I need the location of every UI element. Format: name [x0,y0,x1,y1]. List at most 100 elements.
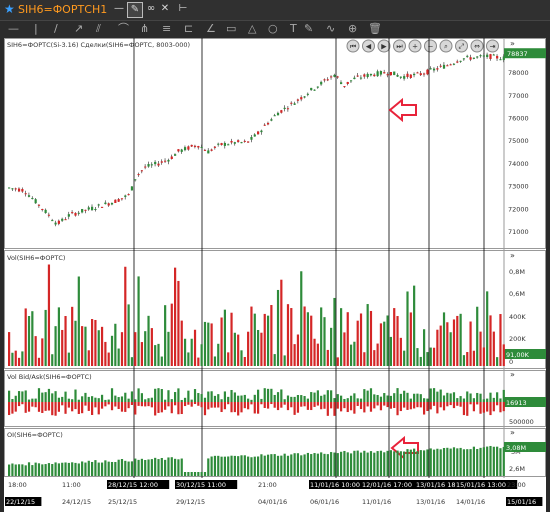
oi-bar [17,464,21,476]
horizontal-line-icon[interactable]: — [8,23,19,35]
curve-icon[interactable]: ∿ [326,23,335,35]
triangle-icon[interactable]: △ [248,23,256,35]
candle-body [459,60,462,62]
bid-bar [419,394,422,402]
price-tick: 72000 [508,205,529,213]
volume-bar [227,352,230,366]
ask-bar [446,402,449,407]
ask-bar [290,402,293,408]
ask-bar [54,402,57,416]
angle-icon[interactable]: ∠ [206,23,216,35]
candle-body [346,81,349,84]
oi-bar [379,450,383,476]
channel-icon[interactable]: ⫽ [96,23,101,35]
target-icon[interactable]: ⊕ [348,23,357,35]
timeframe-label[interactable]: H1 [92,3,107,16]
bid-bar [403,390,406,402]
candle-body [356,75,359,77]
volume-bar [57,307,60,366]
ask-bar [207,402,210,410]
minus-icon[interactable]: — [112,2,126,16]
ask-bar [37,402,41,412]
volume-bar [250,306,253,366]
volume-bar [270,305,273,366]
candle-body [386,74,389,76]
ask-bar [320,402,323,410]
candle-body [44,209,47,214]
volume-bar [499,314,502,366]
text-icon[interactable]: T [290,23,297,35]
ask-bar [396,402,399,416]
volume-bar [247,331,250,366]
oi-bar [466,449,469,476]
circle-icon[interactable]: ○ [268,23,278,35]
oi-bar [150,459,153,476]
oi-bar [57,463,60,476]
volume-bar [323,317,326,366]
ask-bar [177,402,180,415]
ask-bar [293,402,296,415]
symbol-name[interactable]: SIH6=ФОРТС [18,3,92,16]
bid-bar [389,395,392,402]
candle-body [349,80,353,82]
bid-bar [343,398,346,402]
vertical-line-icon[interactable]: | [34,23,38,35]
bid-bar [220,399,223,402]
arc-icon[interactable]: ⌒ [118,23,129,35]
volume-bar [313,338,316,366]
bid-bar [353,393,356,402]
volume-bar [310,315,313,366]
ask-bar [213,402,217,408]
favorite-star-icon[interactable]: ★ [4,2,15,16]
ask-bar [11,402,14,414]
candle-body [260,130,263,133]
ask-bar [343,402,346,409]
pen-icon[interactable]: ✎ [304,23,313,35]
volume-bar [81,326,84,366]
diagonal-line-icon[interactable]: / [54,23,58,35]
ask-bar [64,402,67,414]
price-last-value: 78837 [507,50,528,58]
edit-icon[interactable]: ✎ [127,2,143,18]
candle-body [21,188,24,192]
ask-bar [97,402,100,415]
chart-area[interactable]: SIH6=ФОРТС(Si-3.16) Сделки(SIH6=ФОРТС, 8… [4,38,546,512]
settings-icon[interactable]: ⊢ [176,2,190,16]
oi-bar [200,472,203,476]
trash-icon[interactable]: 🗑 [368,23,382,35]
ray-icon[interactable]: ↗ [74,23,83,35]
volume-bar [489,315,492,366]
volume-bar [230,312,233,366]
bracket-icon[interactable]: ⊏ [184,23,193,35]
ask-bar [243,402,246,409]
link-icon[interactable]: ∞ [144,2,158,16]
volume-bar [67,352,70,366]
ask-bar [247,402,250,410]
bid-bar [273,394,276,402]
bid-bar [197,393,200,402]
oi-bar [203,472,207,476]
ask-bar [306,402,309,410]
bid-bar [227,396,230,402]
oi-bar [237,456,240,476]
tools-icon[interactable]: ✕ [158,2,172,16]
bid-bar [147,398,150,402]
candle-body [11,188,14,190]
ask-bar [363,402,366,413]
bid-bar [492,397,495,402]
volume-bar [326,349,329,366]
rectangle-icon[interactable]: ▭ [226,23,236,35]
oi-bar [419,450,422,476]
oi-bar [31,465,34,476]
bid-bar [64,391,67,402]
pitchfork-icon[interactable]: ⋔ [140,23,149,35]
bid-bar [54,391,57,402]
volume-bar [27,316,31,366]
fib-icon[interactable]: ≡ [162,23,171,35]
annotation-arrow-price [388,97,417,123]
ask-bar [466,402,469,416]
candle-body [134,179,137,181]
chart-svg[interactable]: SIH6=ФОРТС(Si-3.16) Сделки(SIH6=ФОРТС, 8… [4,38,546,512]
bid-bar [432,388,436,402]
bid-bar [74,389,77,402]
